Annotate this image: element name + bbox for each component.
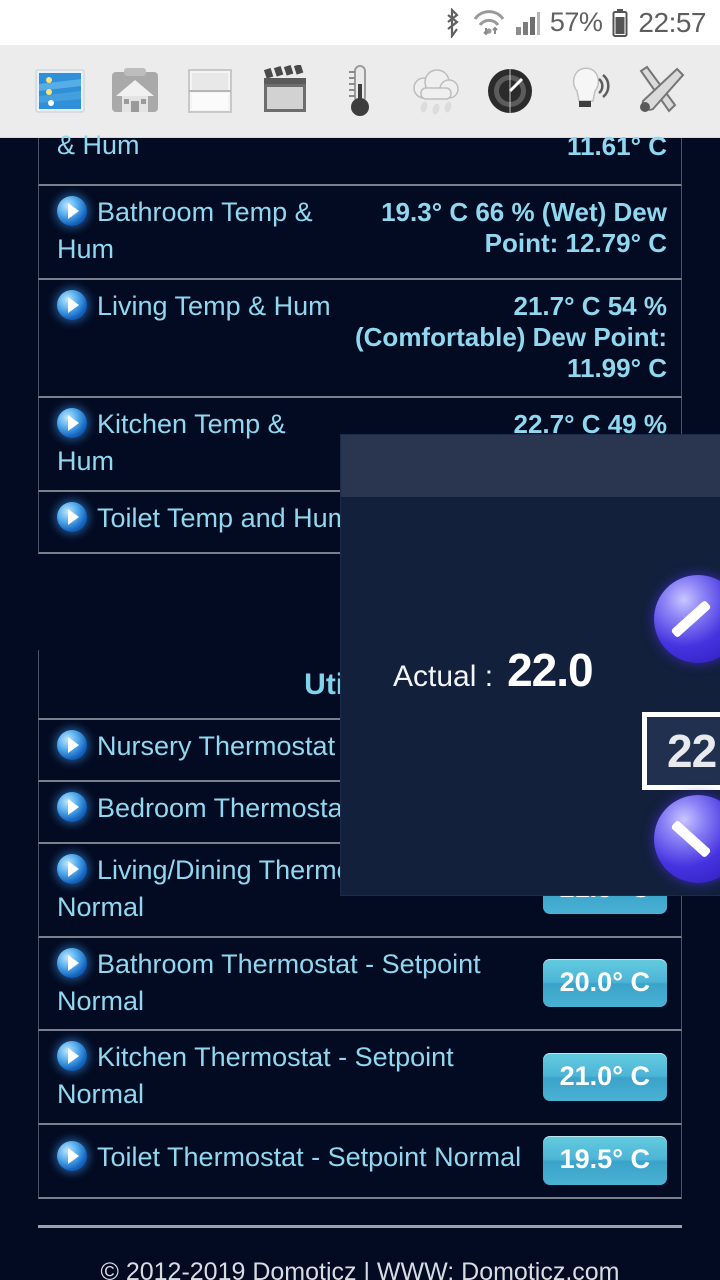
cellular-signal-icon [515, 10, 541, 36]
play-icon[interactable] [57, 854, 87, 892]
status-bar-clock: 22:57 [638, 6, 706, 38]
play-icon[interactable] [57, 502, 87, 540]
copyright-text: © 2012-2019 Domoticz | WWW: [100, 1257, 462, 1280]
actual-reading: Actual : 22.0 [393, 643, 594, 697]
table-row[interactable]: Toilet Thermostat - Setpoint Normal 19.5… [38, 1125, 682, 1199]
actual-value: 22.0 [507, 644, 594, 696]
play-icon[interactable] [57, 289, 87, 328]
dialog-body: Actual : 22.0 22 [341, 497, 720, 895]
play-icon[interactable] [57, 730, 87, 768]
setpoint-badge[interactable]: 20.0° C [542, 958, 667, 1008]
app-root: 57% 22:57 & Hum 11.61° C Bathroom Temp &… [0, 0, 720, 1280]
table-row[interactable]: Kitchen Thermostat - Setpoint Normal 21.… [38, 1031, 682, 1126]
device-name: Toilet Thermostat - Setpoint Normal [97, 1141, 522, 1172]
lightbulb-icon[interactable] [557, 63, 613, 119]
blinds-icon[interactable] [182, 63, 238, 119]
dashboard-icon[interactable] [32, 63, 88, 119]
play-icon[interactable] [57, 408, 87, 446]
table-row[interactable]: Bathroom Thermostat - Setpoint Normal 20… [38, 937, 682, 1032]
house-icon[interactable] [107, 63, 163, 119]
arrow-down-icon[interactable] [654, 795, 720, 883]
arrow-up-icon[interactable] [654, 575, 720, 663]
domoticz-link[interactable]: Domoticz.com [461, 1258, 619, 1280]
domoticz-toolbar [0, 45, 720, 138]
battery-icon [611, 8, 629, 38]
device-value: 19.3° C 66 % (Wet) Dew Point: 12.79° C [381, 197, 667, 259]
device-name: Kitchen Thermostat - Setpoint Normal [57, 1042, 454, 1110]
device-name: Toilet Temp and Hum [97, 503, 351, 533]
device-name: Living Temp & Hum [97, 290, 331, 321]
bluetooth-icon [443, 7, 463, 38]
play-icon[interactable] [57, 792, 87, 830]
play-icon[interactable] [57, 196, 87, 234]
table-row[interactable]: Bathroom Temp & Hum 19.3° C 66 % (Wet) D… [38, 186, 682, 280]
play-icon[interactable] [57, 947, 87, 986]
setpoint-input[interactable]: 22 [642, 712, 720, 790]
device-name: Bathroom Temp & Hum [57, 197, 313, 264]
setpoint-badge[interactable]: 21.0° C [542, 1052, 667, 1101]
thermometer-icon[interactable] [332, 63, 388, 119]
scenes-icon[interactable] [257, 63, 313, 119]
weather-icon[interactable] [407, 63, 463, 119]
setpoint-value: 22 [667, 725, 717, 777]
wifi-icon [472, 9, 506, 37]
battery-percentage: 57% [549, 7, 603, 37]
setpoint-badge[interactable]: 19.5° C [542, 1136, 667, 1185]
device-name: Kitchen Temp & Hum [57, 409, 286, 477]
play-icon[interactable] [57, 1041, 87, 1079]
device-value: 11.61° C [566, 131, 667, 161]
device-name: Bathroom Thermostat - Setpoint Normal [57, 948, 481, 1016]
table-row[interactable]: Living Temp & Hum 21.7° C 54 % (Comforta… [38, 279, 682, 399]
meter-icon[interactable] [482, 63, 538, 119]
device-name: & Hum [57, 130, 140, 160]
table-row[interactable]: & Hum 11.61° C [38, 130, 682, 186]
footer: © 2012-2019 Domoticz | WWW: Domoticz.com [0, 1228, 720, 1280]
android-status-bar: 57% 22:57 [0, 0, 720, 45]
dialog-header [341, 435, 720, 497]
setpoint-dialog: Actual : 22.0 22 [341, 435, 720, 895]
actual-label: Actual : [393, 660, 494, 693]
tools-icon[interactable] [632, 63, 688, 119]
play-icon[interactable] [57, 1140, 87, 1179]
device-value: 21.7° C 54 % (Comfortable) Dew Point: 11… [355, 290, 667, 384]
